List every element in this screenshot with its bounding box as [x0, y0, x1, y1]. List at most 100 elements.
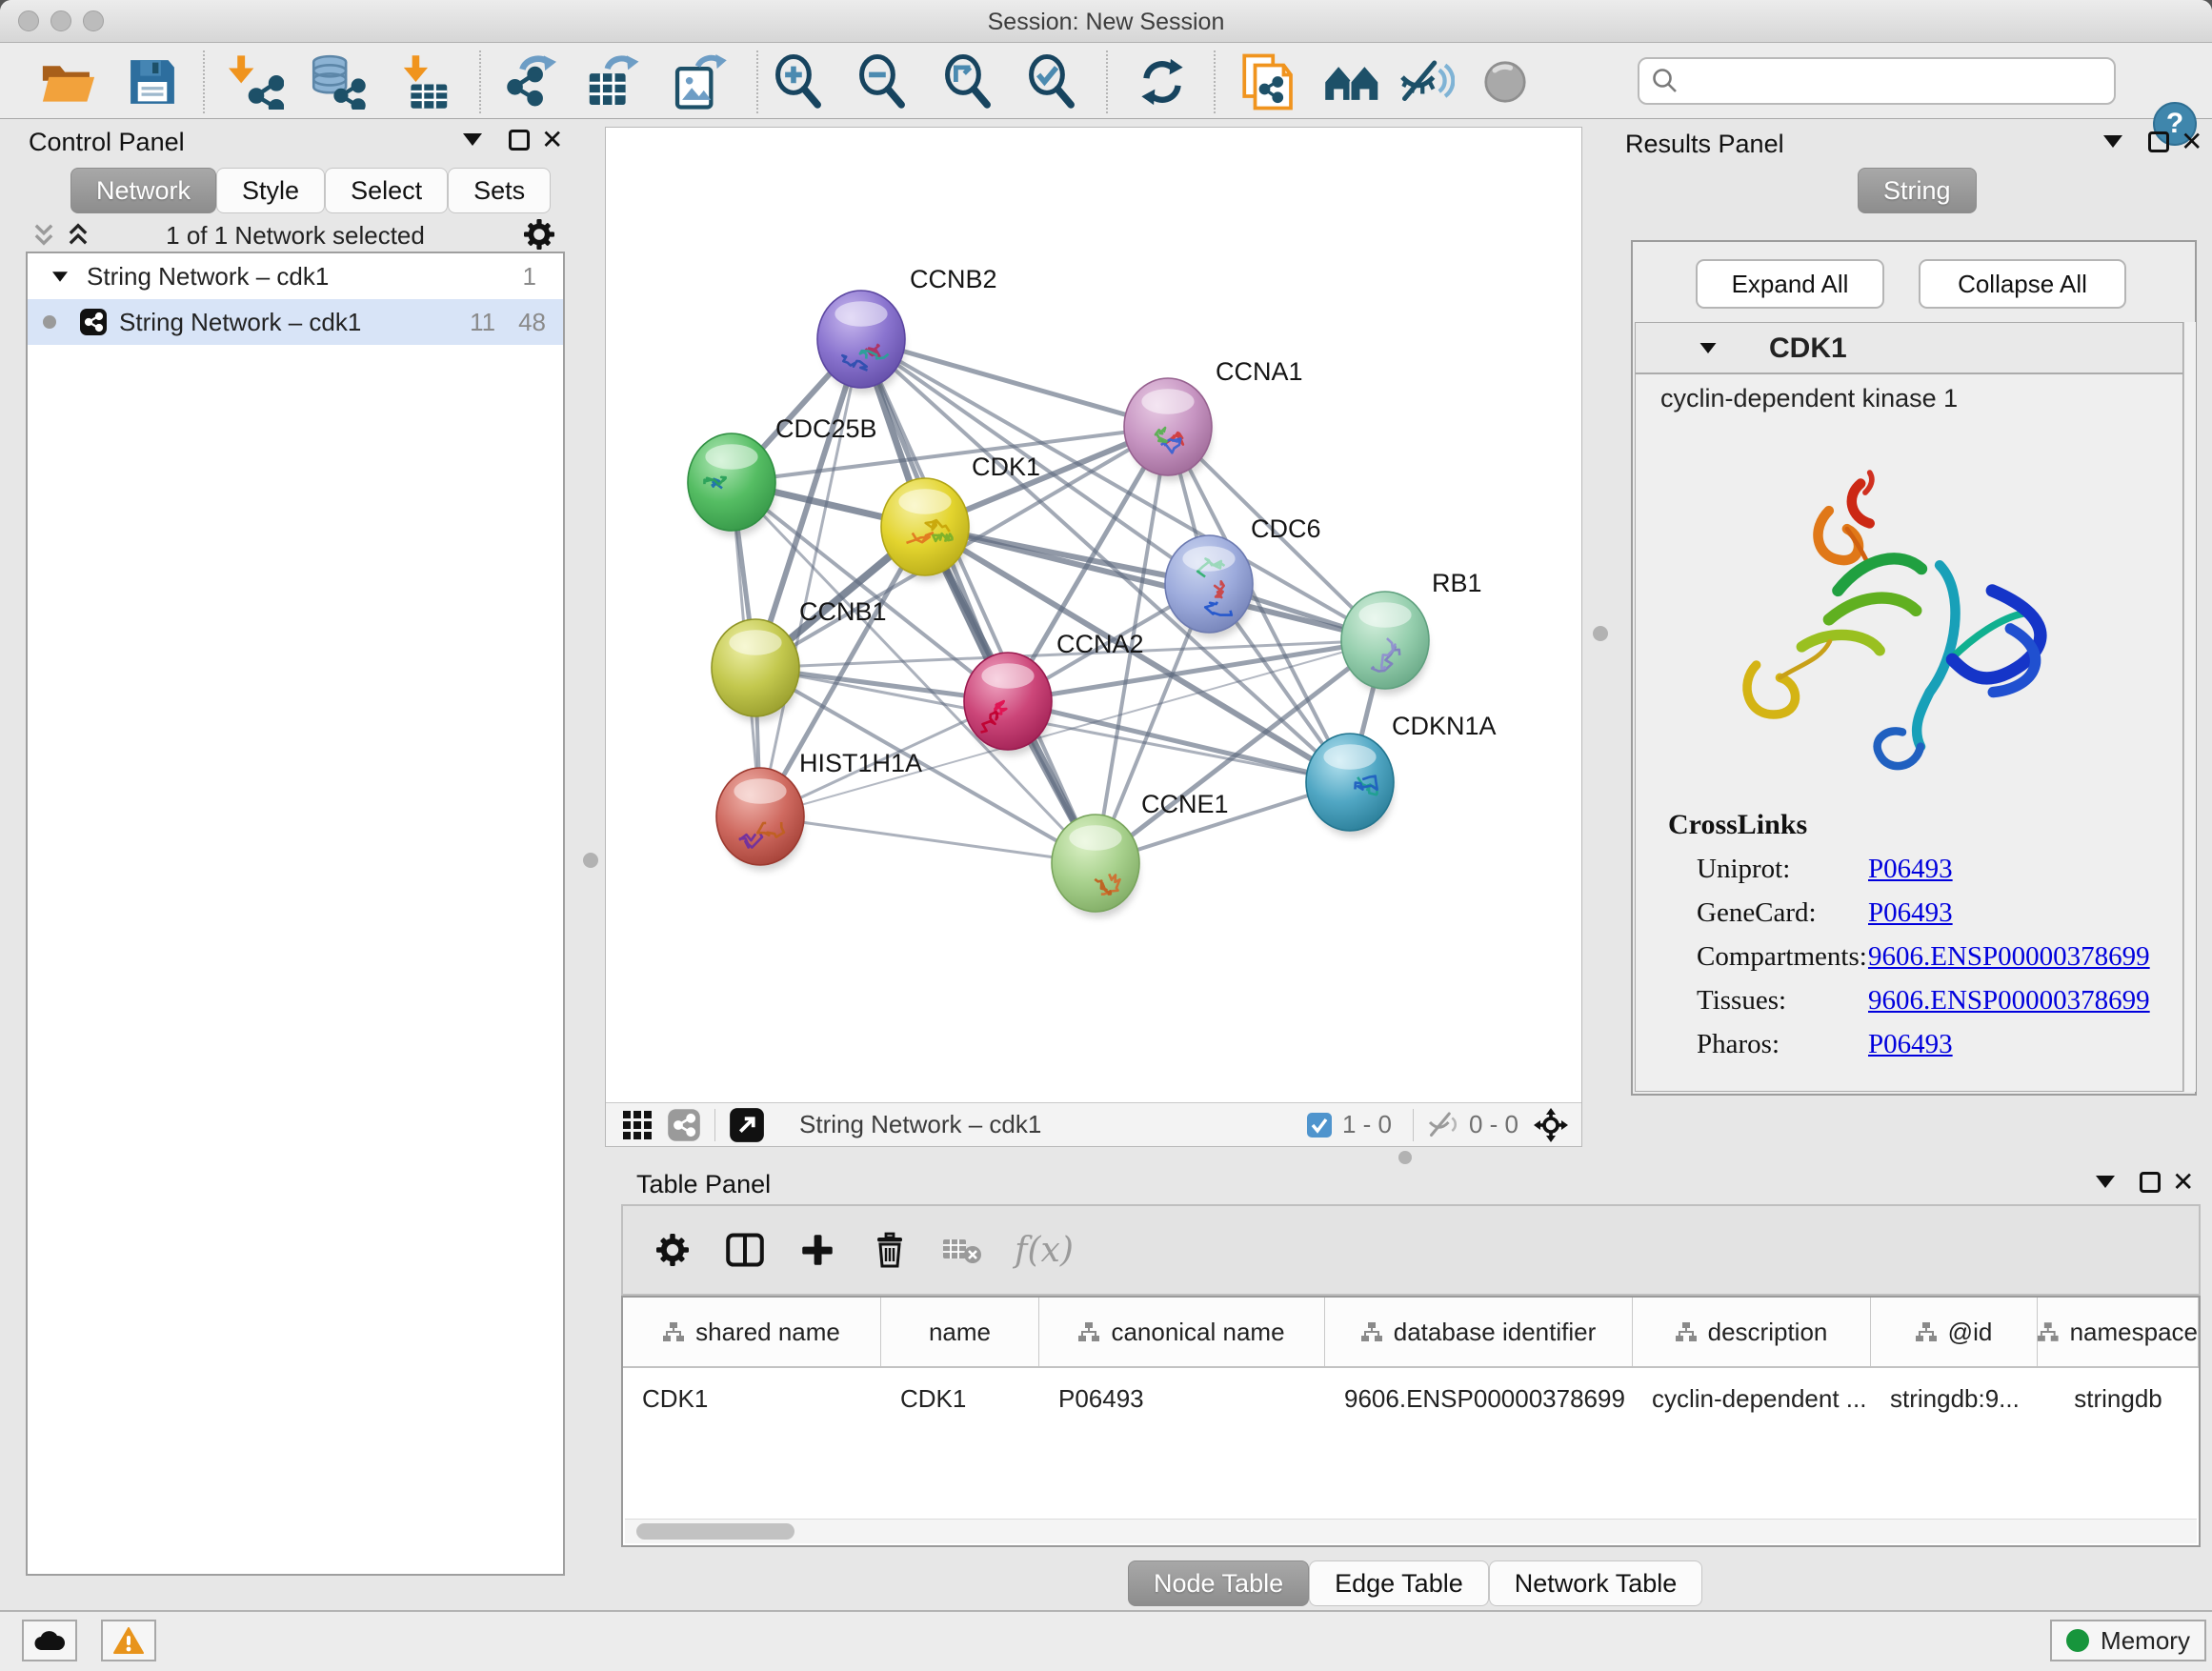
tab-node-table[interactable]: Node Table [1128, 1560, 1309, 1606]
database-import-icon [309, 54, 366, 110]
table-options-button[interactable] [636, 1217, 709, 1283]
network-selection-status: 1 of 1 Network selected [26, 221, 565, 251]
crosslink-value-link[interactable]: P06493 [1868, 1029, 1953, 1060]
column-header-description[interactable]: description [1633, 1298, 1871, 1366]
tree-expand-icon[interactable] [52, 272, 68, 281]
toolbar-separator [756, 50, 758, 113]
grid-mode-icon[interactable] [621, 1109, 654, 1141]
tab-string[interactable]: String [1858, 168, 1977, 213]
protein-section-header[interactable]: CDK1 [1635, 322, 2183, 373]
table-cell[interactable]: CDK1 [623, 1384, 881, 1414]
right-splitter-handle[interactable] [1593, 626, 1608, 641]
export-network-button[interactable] [498, 52, 567, 111]
import-network-from-database-button[interactable] [303, 52, 372, 111]
selected-checkbox-icon[interactable] [1306, 1112, 1333, 1138]
table-panel-maximize-button[interactable] [2140, 1172, 2161, 1193]
network-view-mode-icon[interactable] [667, 1108, 701, 1142]
string-protein-query-button[interactable] [1233, 52, 1301, 111]
table-horizontal-scrollbar[interactable] [625, 1519, 2197, 1543]
tab-edge-table[interactable]: Edge Table [1309, 1560, 1489, 1606]
column-header-shared-name[interactable]: shared name [623, 1298, 881, 1366]
table-body: CDK1CDK1P064939606.ENSP00000378699cyclin… [623, 1368, 2199, 1429]
import-table-button[interactable] [389, 52, 457, 111]
crosslink-value-link[interactable]: P06493 [1868, 897, 1953, 929]
show-columns-button[interactable] [709, 1217, 781, 1283]
graph-edge[interactable] [760, 816, 1096, 863]
zoom-selected-button[interactable] [1017, 52, 1086, 111]
column-header-label: canonical name [1111, 1318, 1284, 1347]
zoom-out-button[interactable] [848, 52, 916, 111]
open-session-button[interactable] [34, 52, 103, 111]
table-cell[interactable]: stringdb:9... [1871, 1384, 2038, 1414]
toolbar-separator [479, 50, 481, 113]
network-row-selected[interactable]: String Network – cdk1 11 48 [28, 299, 563, 345]
zoom-in-button[interactable] [764, 52, 833, 111]
control-panel-close-button[interactable]: ✕ [541, 130, 563, 151]
column-header-database-identifier[interactable]: database identifier [1325, 1298, 1633, 1366]
network-canvas[interactable]: CCNB2CCNA1CDC25BCDK1CDC6RB1CCNB1CCNA2CDK… [605, 127, 1582, 1147]
table-panel-close-button[interactable]: ✕ [2172, 1172, 2194, 1193]
hide-glass-effect-button[interactable] [1392, 52, 1460, 111]
tab-style[interactable]: Style [216, 168, 325, 213]
scrollbar-thumb[interactable] [636, 1523, 794, 1540]
results-panel-float-button[interactable] [2103, 135, 2122, 148]
toolbar-separator [203, 50, 205, 113]
graph-edge[interactable] [760, 339, 861, 816]
cloud-status-button[interactable] [22, 1620, 77, 1661]
export-table-button[interactable] [579, 52, 648, 111]
table-cell[interactable]: P06493 [1039, 1384, 1325, 1414]
results-scrollbar[interactable] [2183, 322, 2196, 1092]
table-cell[interactable]: 9606.ENSP00000378699 [1325, 1384, 1633, 1414]
crosslink-row: Compartments:9606.ENSP00000378699 [1697, 935, 2154, 978]
results-panel-maximize-button[interactable] [2148, 131, 2169, 152]
table-cell[interactable]: cyclin-dependent ... [1633, 1384, 1871, 1414]
string-home-button[interactable] [1318, 52, 1387, 111]
bottom-splitter-handle[interactable] [1398, 1151, 1412, 1164]
add-column-button[interactable] [781, 1217, 854, 1283]
delete-column-button[interactable] [854, 1217, 926, 1283]
network-search-input[interactable] [1689, 66, 2114, 97]
expand-all-button[interactable]: Expand All [1696, 259, 1884, 309]
save-session-button[interactable] [118, 52, 187, 111]
crosslink-value-link[interactable]: 9606.ENSP00000378699 [1868, 985, 2150, 1017]
zoom-fit-button[interactable] [934, 52, 1002, 111]
tab-network-table[interactable]: Network Table [1489, 1560, 1703, 1606]
birdseye-crosshair-icon[interactable] [1532, 1106, 1570, 1144]
warnings-button[interactable] [101, 1620, 156, 1661]
plus-icon [800, 1233, 835, 1267]
table-cell[interactable]: stringdb [2038, 1384, 2199, 1414]
export-image-button[interactable] [666, 52, 734, 111]
control-panel-maximize-button[interactable] [509, 130, 530, 151]
function-builder-button[interactable]: f(x) [998, 1217, 1090, 1283]
tab-sets[interactable]: Sets [448, 168, 551, 213]
table-panel-float-button[interactable] [2096, 1176, 2115, 1188]
memory-button[interactable]: Memory [2050, 1620, 2206, 1661]
crosslink-value-link[interactable]: 9606.ENSP00000378699 [1868, 941, 2150, 973]
crosslink-value-link[interactable]: P06493 [1868, 854, 1953, 885]
show-glass-effect-button[interactable] [1471, 52, 1539, 111]
column-header-@id[interactable]: @id [1871, 1298, 2038, 1366]
network-graph[interactable]: CCNB2CCNA1CDC25BCDK1CDC6RB1CCNB1CCNA2CDK… [606, 128, 1581, 1102]
column-header-name[interactable]: name [881, 1298, 1039, 1366]
section-collapse-icon[interactable] [1700, 343, 1717, 353]
table-cell[interactable]: CDK1 [881, 1384, 1039, 1414]
navbar-separator [1413, 1109, 1414, 1141]
graph-node-label: CCNB1 [799, 597, 887, 626]
network-panel-options-button[interactable] [524, 219, 554, 254]
title-bar[interactable]: Session: New Session [0, 0, 2212, 43]
network-collection-row[interactable]: String Network – cdk1 1 [28, 253, 563, 299]
tab-network[interactable]: Network [70, 168, 216, 213]
collapse-all-button[interactable]: Collapse All [1919, 259, 2126, 309]
delete-table-button[interactable] [926, 1217, 998, 1283]
left-splitter-handle[interactable] [583, 853, 598, 868]
column-header-namespace[interactable]: namespace [2038, 1298, 2199, 1366]
column-header-canonical-name[interactable]: canonical name [1039, 1298, 1325, 1366]
detach-view-icon[interactable] [729, 1107, 765, 1143]
control-panel-float-button[interactable] [463, 133, 482, 146]
table-row[interactable]: CDK1CDK1P064939606.ENSP00000378699cyclin… [623, 1368, 2199, 1429]
graph-edge[interactable] [861, 339, 1096, 863]
import-network-button[interactable] [222, 52, 291, 111]
apply-style-button[interactable] [1128, 52, 1196, 111]
results-panel-close-button[interactable]: ✕ [2181, 131, 2202, 152]
tab-select[interactable]: Select [325, 168, 448, 213]
